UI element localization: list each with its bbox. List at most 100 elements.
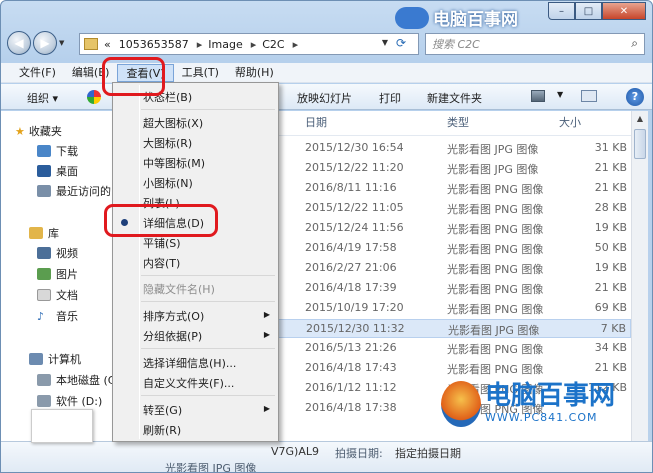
menu-item-go-to[interactable]: 转至(G) bbox=[143, 402, 182, 418]
vertical-scrollbar[interactable]: ▲ bbox=[631, 111, 648, 441]
cell-type: 光影看图 JPG 图像 bbox=[448, 324, 540, 337]
nav-pictures[interactable]: 图片 bbox=[37, 266, 78, 282]
cell-size: 7 KB bbox=[600, 322, 626, 335]
breadcrumb-image[interactable]: Image bbox=[208, 38, 242, 51]
music-icon: ♪ bbox=[37, 309, 45, 323]
print-button[interactable]: 打印 bbox=[379, 90, 401, 106]
organize-button[interactable]: 组织 ▾ bbox=[27, 90, 58, 106]
menu-item-tiles[interactable]: 平铺(S) bbox=[143, 235, 181, 251]
nav-favorites-label: 收藏夹 bbox=[28, 125, 62, 138]
watermark-bottom: 电脑百事网 WWW.PC841.COM bbox=[441, 381, 615, 427]
menu-item-medium-icons[interactable]: 中等图标(M) bbox=[143, 155, 205, 171]
details-date-value[interactable]: 指定拍摄日期 bbox=[395, 445, 461, 461]
menu-separator bbox=[141, 301, 275, 302]
nav-documents[interactable]: 文档 bbox=[37, 287, 78, 303]
drive-icon bbox=[37, 374, 51, 386]
cell-type: 光影看图 PNG 图像 bbox=[447, 263, 544, 276]
breadcrumb-separator-icon[interactable]: ▸ bbox=[293, 38, 299, 51]
nav-libraries[interactable]: 库 bbox=[29, 225, 59, 241]
column-type[interactable]: 类型 bbox=[447, 111, 469, 135]
nav-downloads-label: 下载 bbox=[56, 145, 78, 158]
preview-pane-icon[interactable] bbox=[581, 90, 597, 102]
cell-type: 光影看图 PNG 图像 bbox=[447, 343, 544, 356]
nav-libraries-label: 库 bbox=[48, 227, 59, 240]
nav-desktop[interactable]: 桌面 bbox=[37, 163, 78, 179]
watermark-top: 电脑百事网 bbox=[395, 5, 518, 30]
menu-item-customize-folder[interactable]: 自定义文件夹(F)... bbox=[143, 375, 234, 391]
search-input[interactable]: 搜索 C2C ⌕ bbox=[425, 33, 645, 55]
menu-item-extra-large-icons[interactable]: 超大图标(X) bbox=[143, 115, 203, 131]
address-overflow[interactable]: « bbox=[104, 38, 111, 51]
menu-item-refresh[interactable]: 刷新(R) bbox=[143, 422, 181, 438]
view-options-icon[interactable] bbox=[531, 90, 545, 102]
view-dropdown-icon[interactable]: ▼ bbox=[557, 90, 563, 99]
cell-type: 光影看图 JPG 图像 bbox=[447, 143, 539, 156]
forward-button[interactable]: ▶ bbox=[33, 31, 57, 55]
menu-item-content[interactable]: 内容(T) bbox=[143, 255, 180, 271]
nav-downloads[interactable]: 下载 bbox=[37, 143, 78, 159]
nav-local-disk-c[interactable]: 本地磁盘 (C bbox=[37, 372, 115, 388]
cell-size: 19 KB bbox=[594, 261, 627, 274]
navigation-buttons: ◀ ▶ ▼ bbox=[7, 31, 64, 55]
close-button[interactable]: ✕ bbox=[602, 2, 646, 20]
nav-computer[interactable]: 计算机 bbox=[29, 351, 81, 367]
menu-separator bbox=[141, 348, 275, 349]
menu-gutter bbox=[139, 85, 140, 439]
breadcrumb-c2c[interactable]: C2C bbox=[262, 38, 284, 51]
breadcrumb-1053653587[interactable]: 1053653587 bbox=[119, 38, 189, 51]
nav-music-label: 音乐 bbox=[56, 310, 78, 323]
nav-music[interactable]: ♪ 音乐 bbox=[37, 308, 78, 324]
cell-size: 21 KB bbox=[594, 181, 627, 194]
watermark-e-logo-icon bbox=[441, 381, 481, 427]
explorer-window: – □ ✕ 电脑百事网 ◀ ▶ ▼ « 1053653587 ▸ Image ▸… bbox=[0, 0, 653, 473]
breadcrumb-separator-icon[interactable]: ▸ bbox=[197, 38, 203, 51]
scroll-up-icon[interactable]: ▲ bbox=[632, 111, 648, 127]
nav-videos[interactable]: 视频 bbox=[37, 245, 78, 261]
maximize-button[interactable]: □ bbox=[575, 2, 602, 20]
menu-item-large-icons[interactable]: 大图标(R) bbox=[143, 135, 192, 151]
column-date[interactable]: 日期 bbox=[305, 111, 327, 135]
address-bar[interactable]: « 1053653587 ▸ Image ▸ C2C ▸ ▼ ⟳ bbox=[79, 33, 419, 55]
nav-recent[interactable]: 最近访问的 bbox=[37, 183, 111, 199]
back-button[interactable]: ◀ bbox=[7, 31, 31, 55]
nav-computer-label: 计算机 bbox=[48, 353, 81, 366]
minimize-button[interactable]: – bbox=[548, 2, 575, 20]
address-dropdown-icon[interactable]: ▼ bbox=[382, 38, 388, 47]
new-folder-button[interactable]: 新建文件夹 bbox=[427, 90, 482, 106]
nav-soft-d[interactable]: 软件 (D:) bbox=[37, 393, 102, 409]
cell-date: 2016/4/18 17:39 bbox=[305, 281, 397, 294]
nav-local-c-label: 本地磁盘 (C bbox=[56, 374, 116, 387]
column-size[interactable]: 大小 bbox=[559, 111, 581, 135]
view-menu: 状态栏(B) 超大图标(X) 大图标(R) 中等图标(M) 小图标(N) 列表(… bbox=[112, 82, 279, 442]
menu-help[interactable]: 帮助(H) bbox=[227, 64, 282, 82]
watermark-logo-icon bbox=[395, 6, 429, 29]
cell-size: 31 KB bbox=[594, 141, 627, 154]
refresh-icon[interactable]: ⟳ bbox=[396, 36, 406, 50]
search-icon[interactable]: ⌕ bbox=[631, 36, 638, 51]
menu-separator bbox=[141, 395, 275, 396]
menu-item-small-icons[interactable]: 小图标(N) bbox=[143, 175, 193, 191]
nav-favorites[interactable]: ★ 收藏夹 bbox=[15, 123, 62, 139]
details-filetype: 光影看图 JPG 图像 bbox=[165, 462, 257, 473]
breadcrumb-separator-icon[interactable]: ▸ bbox=[251, 38, 257, 51]
cell-size: 50 KB bbox=[594, 241, 627, 254]
cell-type: 光影看图 PNG 图像 bbox=[447, 203, 544, 216]
menu-item-choose-details[interactable]: 选择详细信息(H)... bbox=[143, 355, 236, 371]
menu-item-sort-by[interactable]: 排序方式(O) bbox=[143, 308, 204, 324]
cell-size: 34 KB bbox=[594, 341, 627, 354]
menu-tools[interactable]: 工具(T) bbox=[174, 64, 227, 82]
nav-videos-label: 视频 bbox=[56, 247, 78, 260]
slideshow-button[interactable]: 放映幻灯片 bbox=[297, 90, 352, 106]
open-with-icon[interactable] bbox=[87, 90, 101, 104]
cell-date: 2016/4/18 17:43 bbox=[305, 361, 397, 374]
menu-item-group-by[interactable]: 分组依据(P) bbox=[143, 328, 202, 344]
cell-type: 光影看图 PNG 图像 bbox=[447, 283, 544, 296]
recent-pages-chevron-icon[interactable]: ▼ bbox=[59, 39, 64, 47]
scroll-thumb[interactable] bbox=[634, 129, 646, 159]
cell-type: 光影看图 PNG 图像 bbox=[447, 363, 544, 376]
menu-file[interactable]: 文件(F) bbox=[11, 64, 64, 82]
help-icon[interactable]: ? bbox=[626, 88, 644, 106]
cell-size: 19 KB bbox=[594, 221, 627, 234]
cell-date: 2016/8/11 11:16 bbox=[305, 181, 397, 194]
menu-separator bbox=[141, 275, 275, 276]
